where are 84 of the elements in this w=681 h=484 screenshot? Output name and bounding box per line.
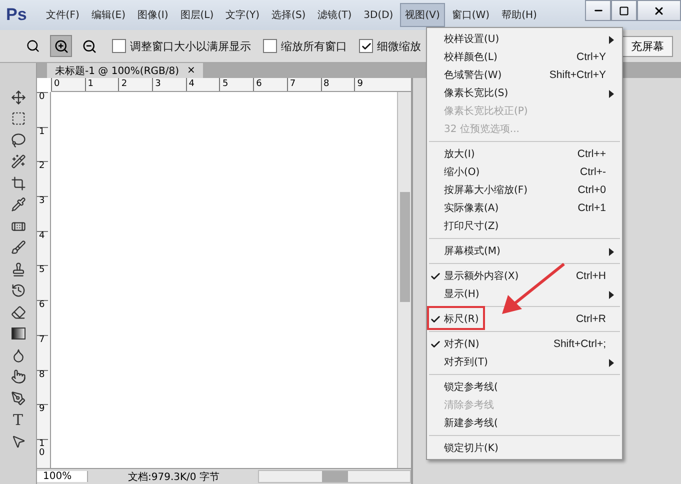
ruler-number: 6 [253,78,287,91]
check-icon [360,40,372,52]
brush-icon[interactable] [10,240,26,256]
menu-option[interactable]: 缩小(O) Ctrl+- [427,163,622,181]
menu-option[interactable]: 对齐(N) Shift+Ctrl+; [427,335,622,353]
type-tool[interactable]: T [10,412,26,428]
ruler-number: 7 [286,78,320,91]
ruler-number: 2 [118,78,152,91]
menu-option[interactable]: 实际像素(A) Ctrl+1 [427,199,622,217]
menu-option[interactable]: 像素长宽比(S) [427,84,622,102]
ruler-number: 1 [84,78,118,91]
menu-option[interactable]: 屏幕模式(M) [427,242,622,260]
menu-item[interactable]: 3D(D) [358,4,398,26]
menu-item[interactable]: 窗口(W) [446,3,495,27]
vertical-scrollbar[interactable] [397,92,411,468]
menu-option[interactable]: 新建参考线( [427,414,622,432]
menu-item[interactable]: 选择(S) [266,3,311,27]
ruler-number: 9 [354,78,388,91]
menu-option[interactable]: 锁定切片(K) [427,439,622,457]
close-icon [653,4,665,16]
menu-option[interactable]: 色域警告(W) Shift+Ctrl+Y [427,66,622,84]
close-button[interactable] [637,0,681,21]
ruler-number: 3 [37,196,48,231]
menu-option[interactable]: 打印尺寸(Z) [427,217,622,235]
menu-item[interactable]: 视图(V) [400,3,445,27]
menu-option[interactable]: 标尺(R) Ctrl+R [427,310,622,328]
ruler-number: 8 [320,78,354,91]
hand-pointer-icon[interactable] [10,368,26,384]
horizontal-scrollbar[interactable] [258,470,411,483]
menu-option[interactable]: 对齐到(T) [427,353,622,371]
ruler-number: 1 [37,126,48,162]
document-tab[interactable]: 未标题-1 @ 100%(RGB/8) × [47,63,204,78]
checkbox-label: 调整窗口大小以满屏显示 [130,38,251,54]
checkbox[interactable] [112,39,126,53]
menu-option[interactable]: 按屏幕大小缩放(F) Ctrl+0 [427,181,622,199]
app-logo: Ps [6,5,27,25]
lasso-icon[interactable] [10,132,26,148]
ruler-number: 4 [37,230,48,266]
ruler-number: 3 [152,78,186,91]
zoom-out-icon [82,38,96,54]
eraser-icon[interactable] [10,304,26,320]
checkbox-label: 细微缩放 [377,38,421,54]
menu-item[interactable]: 文字(Y) [220,3,265,27]
maximize-button[interactable] [611,0,637,21]
magic-wand-icon[interactable] [10,154,26,170]
pen-icon[interactable] [10,390,26,406]
ruler-number: 4 [186,78,220,91]
menu-item[interactable]: 帮助(H) [496,3,542,27]
zoom-in-button[interactable] [50,35,72,57]
ruler-number: 9 [37,404,48,439]
ruler-number: 2 [37,161,48,196]
gradient-icon[interactable] [10,326,26,342]
ruler-number: 0 [37,92,48,127]
close-tab-button[interactable]: × [187,65,196,76]
ruler-number: 6 [37,300,48,335]
checkbox-label: 缩放所有窗口 [281,38,347,54]
ruler-number: 8 [37,370,48,404]
menu-item[interactable]: 编辑(E) [86,3,130,27]
menu-option[interactable]: 显示(H) [427,285,622,303]
minimize-button[interactable] [585,0,611,21]
eyedropper-icon[interactable] [10,196,26,212]
menu-option[interactable]: 显示额外内容(X) Ctrl+H [427,267,622,285]
ruler-number: 5 [219,78,254,91]
menu-item[interactable]: 图层(L) [175,3,219,27]
ruler-number: 7 [37,334,48,370]
checkbox[interactable] [263,39,277,53]
menu-option[interactable]: 放大(I) Ctrl++ [427,145,622,163]
checkbox[interactable] [359,39,373,53]
move-tool-icon[interactable] [10,89,26,105]
ruler-number: 5 [37,265,48,300]
zoom-in-icon [54,38,68,54]
zoom-field[interactable]: 100% [37,471,88,482]
menu-option[interactable]: 锁定参考线( [427,378,622,396]
menu-item[interactable]: 图像(I) [132,3,174,27]
pointer-icon[interactable] [10,433,26,449]
menu-item[interactable]: 文件(F) [40,3,84,27]
crop-icon[interactable] [10,175,26,191]
document-info: 文档:979.3K/0 字节 [128,470,220,484]
history-icon[interactable] [10,282,26,298]
menu-item[interactable]: 滤镜(T) [312,3,357,27]
marquee-icon[interactable] [10,110,26,126]
maximize-icon [619,6,629,16]
stamp-icon[interactable] [10,261,26,277]
ruler-number: 0 [51,78,85,91]
